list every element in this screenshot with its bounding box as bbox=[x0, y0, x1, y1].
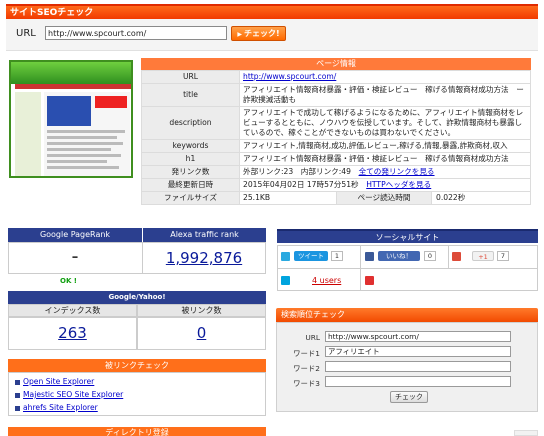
word1-label: ワード1 bbox=[293, 349, 320, 358]
alexa-rank-link[interactable]: 1,992,876 bbox=[142, 249, 266, 267]
plus-one-count: 7 bbox=[497, 251, 509, 261]
page-info-heading: ページ情報 bbox=[141, 58, 531, 70]
majestic-seo-link[interactable]: Majestic SEO Site Explorer bbox=[15, 390, 123, 399]
backlink-count-label: 被リンク数 bbox=[137, 304, 266, 317]
pinterest-icon[interactable] bbox=[365, 276, 374, 285]
description-value: アフィリエイトで成功して稼げるようになるために、アフィリエイト情報商材をレビュー… bbox=[239, 106, 531, 140]
bullet-icon bbox=[15, 379, 20, 385]
index-count-link[interactable]: 263 bbox=[8, 324, 137, 342]
filesize-value: 25.1KB bbox=[243, 193, 271, 202]
row-key: h1 bbox=[141, 152, 240, 166]
bullet-icon bbox=[15, 405, 20, 411]
keywords-value: アフィリエイト,情報商材,成功,評価,レビュー,稼げる,情報,暴露,詐欺商材,収… bbox=[239, 139, 531, 153]
google-plus-icon bbox=[452, 252, 461, 261]
check-button[interactable]: ▶ チェック! bbox=[231, 26, 286, 41]
h1-value: アフィリエイト情報商材暴露・評価・検証レビュー 稼げる情報商材成功方法 bbox=[239, 152, 531, 166]
hatena-icon bbox=[281, 276, 290, 285]
link-count-value: 外部リンク:23 内部リンク:49 bbox=[243, 167, 351, 176]
load-time-value: 0.022秒 bbox=[436, 193, 466, 202]
rank-check-heading: 検索順位チェック bbox=[276, 308, 538, 322]
page-top-button[interactable] bbox=[514, 430, 538, 436]
row-key: 発リンク数 bbox=[141, 165, 240, 179]
word2-label: ワード2 bbox=[293, 364, 320, 373]
open-site-explorer-link[interactable]: Open Site Explorer bbox=[15, 377, 94, 386]
pagerank-heading: Google PageRank bbox=[8, 228, 142, 242]
divider bbox=[360, 245, 361, 291]
alexa-heading: Alexa traffic rank bbox=[142, 228, 266, 242]
all-links-link[interactable]: 全ての発リンクを見る bbox=[359, 167, 435, 176]
tweet-button[interactable]: ツイート bbox=[294, 251, 328, 261]
load-time-label: ページ読込時間 bbox=[336, 192, 432, 204]
tweet-count: 1 bbox=[331, 251, 343, 261]
tool-title: サイトSEOチェック bbox=[6, 4, 538, 19]
url-label: URL bbox=[16, 28, 36, 39]
row-key: 最終更新日時 bbox=[141, 178, 240, 192]
rank-check-button[interactable]: チェック bbox=[390, 391, 428, 403]
row-key: title bbox=[141, 83, 240, 107]
http-header-link[interactable]: HTTPヘッダを見る bbox=[366, 180, 431, 189]
directory-heading: ディレクトリ登録 bbox=[8, 427, 266, 436]
play-icon: ▶ bbox=[237, 31, 242, 38]
rank-url-input[interactable] bbox=[325, 331, 511, 342]
backlink-check-heading: 被リンクチェック bbox=[8, 359, 266, 372]
last-modified-value: 2015年04月02日 17時57分51秒 bbox=[243, 180, 359, 189]
social-heading: ソーシャルサイト bbox=[277, 229, 538, 243]
facebook-icon bbox=[365, 252, 374, 261]
ahrefs-link[interactable]: ahrefs Site Explorer bbox=[15, 403, 98, 412]
plus-one-button[interactable]: +1 bbox=[472, 251, 494, 261]
hatena-users-link[interactable]: 4 users bbox=[312, 276, 341, 285]
bullet-icon bbox=[15, 392, 20, 398]
google-yahoo-heading: Google/Yahoo! bbox=[8, 291, 266, 304]
word3-input[interactable] bbox=[325, 376, 511, 387]
page-info-table: URL http://www.spcourt.com/ title アフィリエイト情… bbox=[141, 70, 531, 205]
rank-url-label: URL bbox=[305, 333, 320, 342]
like-count: 0 bbox=[424, 251, 436, 261]
site-thumbnail bbox=[9, 60, 133, 178]
like-button[interactable]: いいね！ bbox=[378, 251, 420, 261]
word2-input[interactable] bbox=[325, 361, 511, 372]
row-key: ファイルサイズ bbox=[141, 191, 240, 205]
divider bbox=[448, 245, 449, 268]
row-key: description bbox=[141, 106, 240, 140]
site-url-link[interactable]: http://www.spcourt.com/ bbox=[243, 72, 336, 81]
url-input[interactable] bbox=[45, 26, 227, 40]
word1-input[interactable] bbox=[325, 346, 511, 357]
backlink-count-link[interactable]: 0 bbox=[137, 324, 266, 342]
pagerank-status: OK ! bbox=[60, 277, 78, 285]
twitter-icon bbox=[281, 252, 290, 261]
divider bbox=[277, 268, 538, 269]
pagerank-value: – bbox=[71, 250, 79, 265]
row-key: keywords bbox=[141, 139, 240, 153]
word3-label: ワード3 bbox=[293, 379, 320, 388]
title-value: アフィリエイト情報商材暴露・評価・検証レビュー 稼げる情報商材成功方法 ー詐欺撲… bbox=[239, 83, 531, 107]
row-key: URL bbox=[141, 70, 240, 84]
index-count-label: インデックス数 bbox=[8, 304, 137, 317]
